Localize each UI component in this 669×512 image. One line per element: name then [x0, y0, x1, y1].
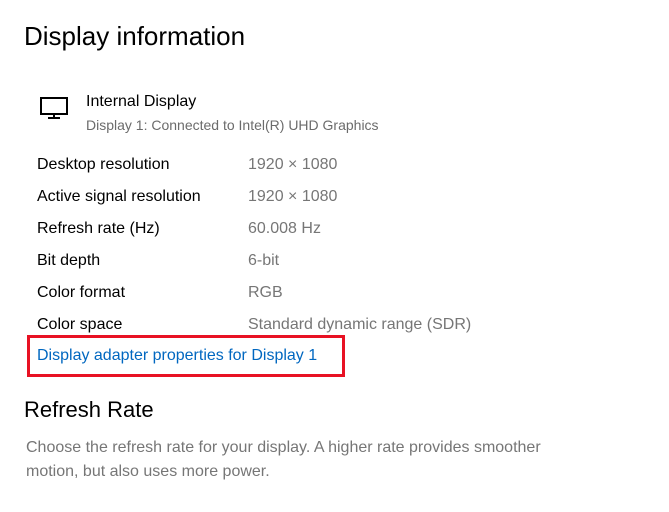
property-value: Standard dynamic range (SDR) — [248, 316, 472, 333]
display-connection: Display 1: Connected to Intel(R) UHD Gra… — [86, 117, 379, 133]
display-adapter-properties-link[interactable]: Display adapter properties for Display 1 — [37, 345, 317, 367]
property-value: 60.008 Hz — [248, 220, 321, 237]
property-label: Bit depth — [37, 252, 101, 269]
display-header: Internal Display Display 1: Connected to… — [38, 92, 538, 138]
properties-list: Desktop resolution 1920 × 1080 Active si… — [37, 153, 597, 345]
property-row-desktop-resolution: Desktop resolution 1920 × 1080 — [37, 153, 597, 185]
property-label: Color space — [37, 316, 123, 333]
property-label: Desktop resolution — [37, 156, 170, 173]
property-value: 1920 × 1080 — [248, 188, 338, 205]
section-title: Display information — [24, 21, 246, 51]
refresh-rate-title: Refresh Rate — [24, 397, 154, 422]
property-row-color-format: Color format RGB — [37, 281, 597, 313]
property-value: 6-bit — [248, 252, 280, 269]
property-label: Active signal resolution — [37, 188, 201, 205]
property-row-bit-depth: Bit depth 6-bit — [37, 249, 597, 281]
property-value: 1920 × 1080 — [248, 156, 338, 173]
property-label: Color format — [37, 284, 126, 301]
display-name: Internal Display — [86, 93, 197, 110]
property-label: Refresh rate (Hz) — [37, 220, 160, 237]
refresh-rate-description: Choose the refresh rate for your display… — [26, 439, 541, 480]
property-value: RGB — [248, 284, 283, 301]
property-row-refresh-rate: Refresh rate (Hz) 60.008 Hz — [37, 217, 597, 249]
property-row-active-signal-resolution: Active signal resolution 1920 × 1080 — [37, 185, 597, 217]
monitor-icon — [38, 96, 70, 120]
display-settings-page: Display information Internal Display Dis… — [0, 0, 669, 512]
